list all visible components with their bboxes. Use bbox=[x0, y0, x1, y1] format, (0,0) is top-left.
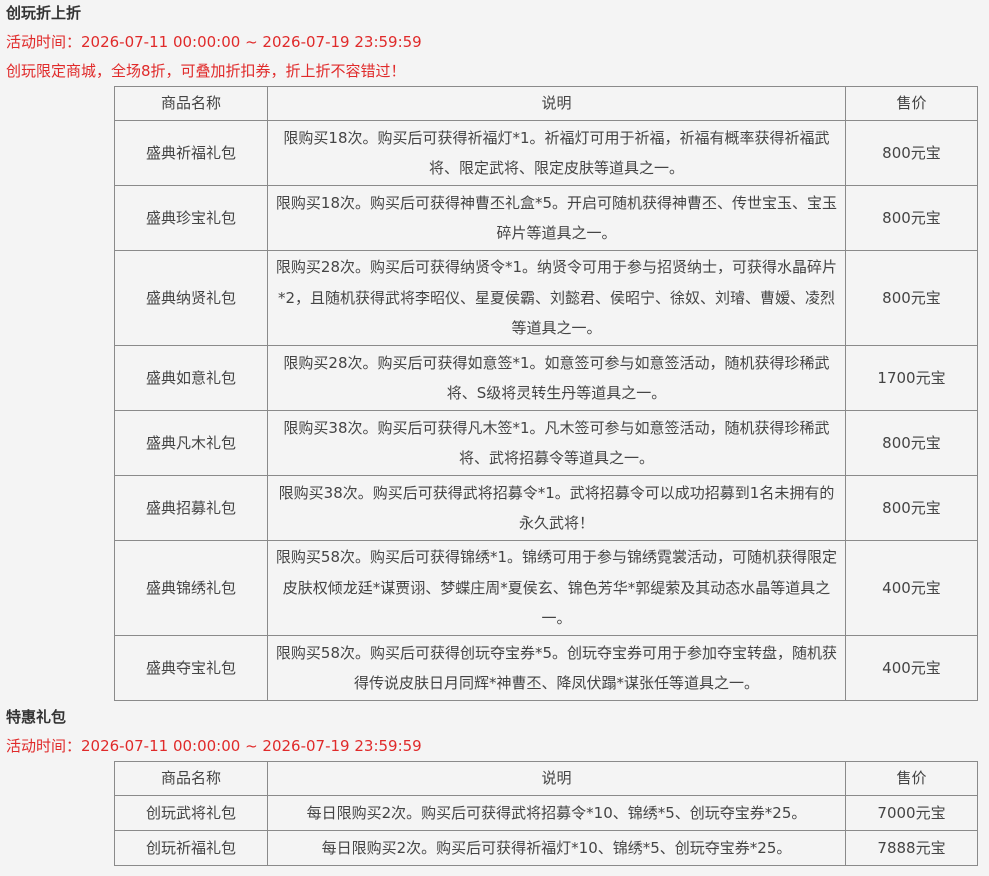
table-row: 盛典招募礼包 限购买38次。购买后可获得武将招募令*1。武将招募令可以成功招募到… bbox=[114, 475, 978, 541]
item-price: 7888元宝 bbox=[845, 830, 978, 866]
promo-note: 创玩限定商城，全场8折，可叠加折扣券，折上折不容错过！ bbox=[6, 62, 406, 80]
table-row: 盛典夺宝礼包 限购买58次。购买后可获得创玩夺宝券*5。创玩夺宝券可用于参加夺宝… bbox=[114, 635, 978, 701]
item-desc: 限购买58次。购买后可获得锦绣*1。锦绣可用于参与锦绣霓裳活动，可随机获得限定皮… bbox=[267, 540, 846, 636]
item-name: 盛典纳贤礼包 bbox=[114, 250, 268, 346]
item-price: 800元宝 bbox=[845, 475, 978, 541]
item-name: 盛典如意礼包 bbox=[114, 345, 268, 411]
activity-time: 活动时间：2026-07-11 00:00:00 ~ 2026-07-19 23… bbox=[6, 33, 422, 51]
table-row: 盛典凡木礼包 限购买38次。购买后可获得凡木签*1。凡木签可参与如意签活动，随机… bbox=[114, 410, 978, 476]
item-price: 800元宝 bbox=[845, 185, 978, 251]
item-desc: 限购买28次。购买后可获得纳贤令*1。纳贤令可用于参与招贤纳士，可获得水晶碎片*… bbox=[267, 250, 846, 346]
item-desc: 限购买28次。购买后可获得如意签*1。如意签可参与如意签活动，随机获得珍稀武将、… bbox=[267, 345, 846, 411]
header-desc: 说明 bbox=[267, 761, 846, 796]
item-price: 400元宝 bbox=[845, 540, 978, 636]
item-name: 创玩祈福礼包 bbox=[114, 830, 268, 866]
table-header-row: 商品名称 说明 售价 bbox=[114, 86, 978, 121]
item-desc: 限购买18次。购买后可获得祈福灯*1。祈福灯可用于祈福，祈福有概率获得祈福武将、… bbox=[267, 120, 846, 186]
item-price: 800元宝 bbox=[845, 250, 978, 346]
activity-time: 活动时间：2026-07-11 00:00:00 ~ 2026-07-19 23… bbox=[6, 737, 422, 755]
item-desc: 限购买18次。购买后可获得神曹丕礼盒*5。开启可随机获得神曹丕、传世宝玉、宝玉碎… bbox=[267, 185, 846, 251]
item-desc: 限购买58次。购买后可获得创玩夺宝券*5。创玩夺宝券可用于参加夺宝转盘，随机获得… bbox=[267, 635, 846, 701]
item-price: 800元宝 bbox=[845, 120, 978, 186]
special-table: 商品名称 说明 售价 创玩武将礼包 每日限购买2次。购买后可获得武将招募令*10… bbox=[114, 761, 978, 866]
item-price: 400元宝 bbox=[845, 635, 978, 701]
table-row: 创玩祈福礼包 每日限购买2次。购买后可获得祈福灯*10、锦绣*5、创玩夺宝券*2… bbox=[114, 830, 978, 866]
item-name: 盛典锦绣礼包 bbox=[114, 540, 268, 636]
table-row: 盛典祈福礼包 限购买18次。购买后可获得祈福灯*1。祈福灯可用于祈福，祈福有概率… bbox=[114, 120, 978, 186]
header-price: 售价 bbox=[845, 761, 978, 796]
item-name: 盛典祈福礼包 bbox=[114, 120, 268, 186]
header-name: 商品名称 bbox=[114, 86, 268, 121]
section-title: 创玩折上折 bbox=[6, 4, 82, 22]
header-price: 售价 bbox=[845, 86, 978, 121]
discount-table: 商品名称 说明 售价 盛典祈福礼包 限购买18次。购买后可获得祈福灯*1。祈福灯… bbox=[114, 86, 978, 701]
section-title: 特惠礼包 bbox=[6, 708, 67, 726]
table-row: 盛典如意礼包 限购买28次。购买后可获得如意签*1。如意签可参与如意签活动，随机… bbox=[114, 345, 978, 411]
item-price: 800元宝 bbox=[845, 410, 978, 476]
item-price: 1700元宝 bbox=[845, 345, 978, 411]
section-chuangwan-discount: 创玩折上折 活动时间：2026-07-11 00:00:00 ~ 2026-07… bbox=[0, 0, 989, 701]
item-name: 盛典凡木礼包 bbox=[114, 410, 268, 476]
item-name: 盛典珍宝礼包 bbox=[114, 185, 268, 251]
item-desc: 限购买38次。购买后可获得武将招募令*1。武将招募令可以成功招募到1名未拥有的永… bbox=[267, 475, 846, 541]
item-desc: 每日限购买2次。购买后可获得武将招募令*10、锦绣*5、创玩夺宝券*25。 bbox=[267, 795, 846, 831]
section-special-packs: 特惠礼包 活动时间：2026-07-11 00:00:00 ~ 2026-07-… bbox=[0, 701, 989, 866]
item-desc: 限购买38次。购买后可获得凡木签*1。凡木签可参与如意签活动，随机获得珍稀武将、… bbox=[267, 410, 846, 476]
table-header-row: 商品名称 说明 售价 bbox=[114, 761, 978, 796]
table-row: 创玩武将礼包 每日限购买2次。购买后可获得武将招募令*10、锦绣*5、创玩夺宝券… bbox=[114, 795, 978, 831]
table-row: 盛典锦绣礼包 限购买58次。购买后可获得锦绣*1。锦绣可用于参与锦绣霓裳活动，可… bbox=[114, 540, 978, 636]
item-name: 创玩武将礼包 bbox=[114, 795, 268, 831]
item-desc: 每日限购买2次。购买后可获得祈福灯*10、锦绣*5、创玩夺宝券*25。 bbox=[267, 830, 846, 866]
item-name: 盛典招募礼包 bbox=[114, 475, 268, 541]
table-row: 盛典纳贤礼包 限购买28次。购买后可获得纳贤令*1。纳贤令可用于参与招贤纳士，可… bbox=[114, 250, 978, 346]
header-desc: 说明 bbox=[267, 86, 846, 121]
item-name: 盛典夺宝礼包 bbox=[114, 635, 268, 701]
header-name: 商品名称 bbox=[114, 761, 268, 796]
item-price: 7000元宝 bbox=[845, 795, 978, 831]
table-row: 盛典珍宝礼包 限购买18次。购买后可获得神曹丕礼盒*5。开启可随机获得神曹丕、传… bbox=[114, 185, 978, 251]
